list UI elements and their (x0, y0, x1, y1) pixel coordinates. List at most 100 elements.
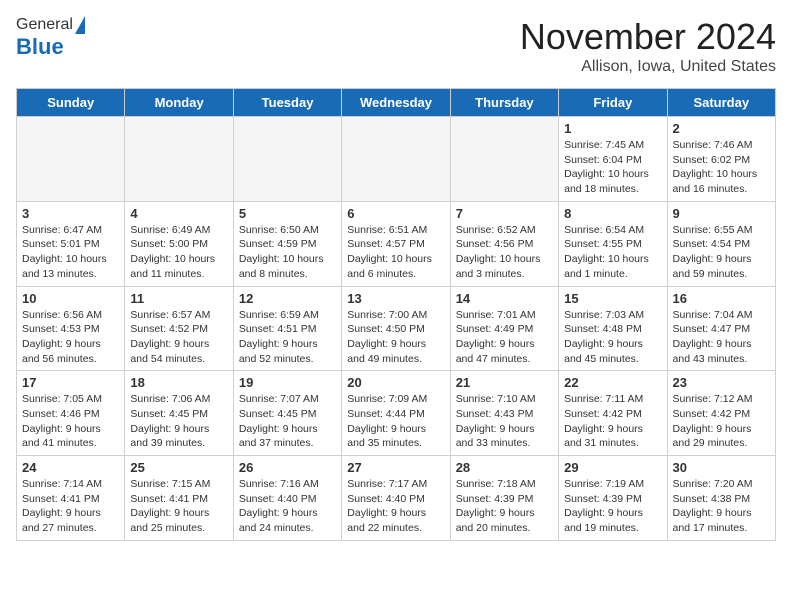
calendar-cell: 17 Sunrise: 7:05 AMSunset: 4:46 PMDayligh… (17, 371, 125, 456)
calendar-cell: 23 Sunrise: 7:12 AMSunset: 4:42 PMDayligh… (667, 371, 775, 456)
calendar-cell: 26 Sunrise: 7:16 AMSunset: 4:40 PMDayligh… (233, 456, 341, 541)
calendar-week-row: 10 Sunrise: 6:56 AMSunset: 4:53 PMDayligh… (17, 286, 776, 371)
day-info: Sunrise: 7:14 AMSunset: 4:41 PMDaylight:… (22, 477, 119, 536)
calendar-week-row: 3 Sunrise: 6:47 AMSunset: 5:01 PMDaylight… (17, 201, 776, 286)
calendar-cell: 6 Sunrise: 6:51 AMSunset: 4:57 PMDaylight… (342, 201, 450, 286)
calendar-cell: 2 Sunrise: 7:46 AMSunset: 6:02 PMDaylight… (667, 117, 775, 202)
day-info: Sunrise: 6:56 AMSunset: 4:53 PMDaylight:… (22, 308, 119, 367)
page-header: General Blue November 2024 Allison, Iowa… (16, 16, 776, 76)
logo-general-text: General (16, 16, 73, 34)
day-number: 10 (22, 291, 119, 306)
day-info: Sunrise: 6:57 AMSunset: 4:52 PMDaylight:… (130, 308, 227, 367)
day-info: Sunrise: 6:47 AMSunset: 5:01 PMDaylight:… (22, 223, 119, 282)
calendar-week-row: 24 Sunrise: 7:14 AMSunset: 4:41 PMDayligh… (17, 456, 776, 541)
day-info: Sunrise: 7:06 AMSunset: 4:45 PMDaylight:… (130, 392, 227, 451)
day-number: 11 (130, 291, 227, 306)
logo-triangle-icon (75, 16, 85, 34)
day-info: Sunrise: 6:52 AMSunset: 4:56 PMDaylight:… (456, 223, 553, 282)
day-number: 4 (130, 206, 227, 221)
day-number: 28 (456, 460, 553, 475)
day-info: Sunrise: 6:54 AMSunset: 4:55 PMDaylight:… (564, 223, 661, 282)
calendar-cell: 3 Sunrise: 6:47 AMSunset: 5:01 PMDaylight… (17, 201, 125, 286)
calendar-week-row: 1 Sunrise: 7:45 AMSunset: 6:04 PMDaylight… (17, 117, 776, 202)
day-number: 8 (564, 206, 661, 221)
day-info: Sunrise: 7:17 AMSunset: 4:40 PMDaylight:… (347, 477, 444, 536)
day-number: 3 (22, 206, 119, 221)
day-number: 26 (239, 460, 336, 475)
calendar-cell: 21Sunrise: 7:10 AMSunset: 4:43 PMDayligh… (450, 371, 558, 456)
calendar-cell: 28 Sunrise: 7:18 AMSunset: 4:39 PMDayligh… (450, 456, 558, 541)
day-info: Sunrise: 7:05 AMSunset: 4:46 PMDaylight:… (22, 392, 119, 451)
logo: General Blue (16, 16, 85, 60)
day-info: Sunrise: 7:20 AMSunset: 4:38 PMDaylight:… (673, 477, 770, 536)
calendar-week-row: 17 Sunrise: 7:05 AMSunset: 4:46 PMDayligh… (17, 371, 776, 456)
day-info: Sunrise: 7:19 AMSunset: 4:39 PMDaylight:… (564, 477, 661, 536)
day-info: Sunrise: 6:55 AMSunset: 4:54 PMDaylight:… (673, 223, 770, 282)
day-info: Sunrise: 6:51 AMSunset: 4:57 PMDaylight:… (347, 223, 444, 282)
calendar-cell (450, 117, 558, 202)
calendar-cell: 10 Sunrise: 6:56 AMSunset: 4:53 PMDayligh… (17, 286, 125, 371)
calendar-cell (17, 117, 125, 202)
calendar-cell: 18 Sunrise: 7:06 AMSunset: 4:45 PMDayligh… (125, 371, 233, 456)
calendar-cell: 22 Sunrise: 7:11 AMSunset: 4:42 PMDayligh… (559, 371, 667, 456)
column-header-wednesday: Wednesday (342, 89, 450, 117)
day-info: Sunrise: 7:45 AMSunset: 6:04 PMDaylight:… (564, 138, 661, 197)
day-info: Sunrise: 7:15 AMSunset: 4:41 PMDaylight:… (130, 477, 227, 536)
calendar-cell: 19Sunrise: 7:07 AMSunset: 4:45 PMDayligh… (233, 371, 341, 456)
day-info: Sunrise: 7:18 AMSunset: 4:39 PMDaylight:… (456, 477, 553, 536)
day-info: Sunrise: 7:00 AMSunset: 4:50 PMDaylight:… (347, 308, 444, 367)
calendar-table: SundayMondayTuesdayWednesdayThursdayFrid… (16, 88, 776, 541)
column-header-monday: Monday (125, 89, 233, 117)
calendar-cell: 14 Sunrise: 7:01 AMSunset: 4:49 PMDayligh… (450, 286, 558, 371)
day-number: 5 (239, 206, 336, 221)
day-info: Sunrise: 7:12 AMSunset: 4:42 PMDaylight:… (673, 392, 770, 451)
day-number: 22 (564, 375, 661, 390)
day-number: 18 (130, 375, 227, 390)
day-info: Sunrise: 7:03 AMSunset: 4:48 PMDaylight:… (564, 308, 661, 367)
column-header-thursday: Thursday (450, 89, 558, 117)
calendar-cell: 9Sunrise: 6:55 AMSunset: 4:54 PMDaylight… (667, 201, 775, 286)
day-number: 14 (456, 291, 553, 306)
calendar-cell: 16Sunrise: 7:04 AMSunset: 4:47 PMDayligh… (667, 286, 775, 371)
day-info: Sunrise: 6:49 AMSunset: 5:00 PMDaylight:… (130, 223, 227, 282)
calendar-cell: 27Sunrise: 7:17 AMSunset: 4:40 PMDayligh… (342, 456, 450, 541)
column-header-saturday: Saturday (667, 89, 775, 117)
day-number: 24 (22, 460, 119, 475)
calendar-cell: 30 Sunrise: 7:20 AMSunset: 4:38 PMDayligh… (667, 456, 775, 541)
column-header-tuesday: Tuesday (233, 89, 341, 117)
calendar-cell: 25 Sunrise: 7:15 AMSunset: 4:41 PMDayligh… (125, 456, 233, 541)
calendar-cell: 1 Sunrise: 7:45 AMSunset: 6:04 PMDaylight… (559, 117, 667, 202)
day-number: 12 (239, 291, 336, 306)
day-number: 13 (347, 291, 444, 306)
day-number: 19 (239, 375, 336, 390)
day-number: 23 (673, 375, 770, 390)
month-title: November 2024 (520, 16, 776, 58)
title-area: November 2024 Allison, Iowa, United Stat… (520, 16, 776, 76)
day-number: 17 (22, 375, 119, 390)
day-info: Sunrise: 7:09 AMSunset: 4:44 PMDaylight:… (347, 392, 444, 451)
day-number: 2 (673, 121, 770, 136)
day-info: Sunrise: 7:46 AMSunset: 6:02 PMDaylight:… (673, 138, 770, 197)
calendar-cell: 5 Sunrise: 6:50 AMSunset: 4:59 PMDaylight… (233, 201, 341, 286)
column-header-sunday: Sunday (17, 89, 125, 117)
day-info: Sunrise: 7:10 AMSunset: 4:43 PMDaylight:… (456, 392, 553, 451)
day-number: 7 (456, 206, 553, 221)
day-number: 1 (564, 121, 661, 136)
day-number: 25 (130, 460, 227, 475)
day-number: 30 (673, 460, 770, 475)
calendar-cell: 11 Sunrise: 6:57 AMSunset: 4:52 PMDayligh… (125, 286, 233, 371)
location-title: Allison, Iowa, United States (520, 58, 776, 76)
calendar-cell: 15 Sunrise: 7:03 AMSunset: 4:48 PMDayligh… (559, 286, 667, 371)
day-number: 15 (564, 291, 661, 306)
calendar-cell: 20Sunrise: 7:09 AMSunset: 4:44 PMDayligh… (342, 371, 450, 456)
calendar-cell: 7 Sunrise: 6:52 AMSunset: 4:56 PMDaylight… (450, 201, 558, 286)
day-info: Sunrise: 7:16 AMSunset: 4:40 PMDaylight:… (239, 477, 336, 536)
calendar-cell (233, 117, 341, 202)
calendar-cell: 13 Sunrise: 7:00 AMSunset: 4:50 PMDayligh… (342, 286, 450, 371)
calendar-header-row: SundayMondayTuesdayWednesdayThursdayFrid… (17, 89, 776, 117)
day-info: Sunrise: 7:11 AMSunset: 4:42 PMDaylight:… (564, 392, 661, 451)
day-number: 6 (347, 206, 444, 221)
day-info: Sunrise: 6:59 AMSunset: 4:51 PMDaylight:… (239, 308, 336, 367)
day-info: Sunrise: 6:50 AMSunset: 4:59 PMDaylight:… (239, 223, 336, 282)
day-info: Sunrise: 7:01 AMSunset: 4:49 PMDaylight:… (456, 308, 553, 367)
